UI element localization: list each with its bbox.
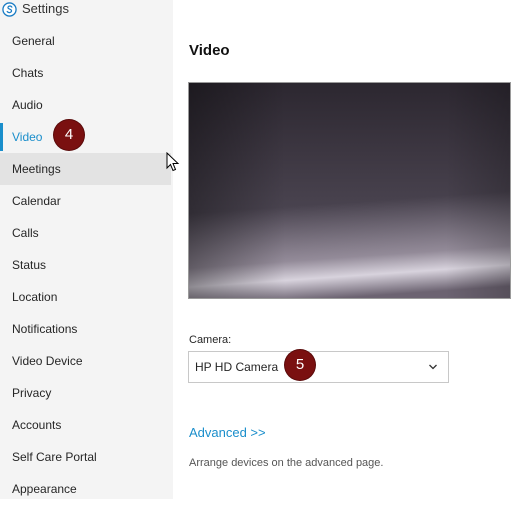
sidebar-item-location[interactable]: Location: [0, 281, 173, 313]
app-header: Settings: [2, 0, 69, 18]
sidebar-item-audio[interactable]: Audio: [0, 89, 173, 121]
camera-selected-value: HP HD Camera: [195, 360, 279, 374]
sidebar-item-meetings[interactable]: Meetings: [0, 153, 171, 185]
camera-label: Camera:: [189, 334, 232, 346]
sidebar-item-video-device[interactable]: Video Device: [0, 345, 173, 377]
sidebar-item-calls[interactable]: Calls: [0, 217, 173, 249]
sidebar-item-video[interactable]: Video: [0, 121, 173, 153]
sidebar-item-chats[interactable]: Chats: [0, 57, 173, 89]
settings-sidebar: Settings General Chats Audio Video Meeti…: [0, 0, 173, 499]
sidebar-item-accounts[interactable]: Accounts: [0, 409, 173, 441]
step-4-badge: 4: [54, 120, 84, 150]
video-settings-panel: Video Camera: HP HD Camera Advanced >> A…: [173, 0, 511, 499]
settings-nav: General Chats Audio Video Meetings Calen…: [0, 25, 173, 505]
app-title: Settings: [22, 1, 69, 16]
sidebar-item-appearance[interactable]: Appearance: [0, 473, 173, 505]
sidebar-item-self-care-portal[interactable]: Self Care Portal: [0, 441, 173, 473]
sidebar-item-calendar[interactable]: Calendar: [0, 185, 173, 217]
skype-logo-icon: [2, 1, 17, 17]
advanced-link[interactable]: Advanced >>: [189, 425, 266, 440]
sidebar-item-status[interactable]: Status: [0, 249, 173, 281]
camera-preview: [188, 82, 511, 299]
sidebar-item-general[interactable]: General: [0, 25, 173, 57]
advanced-description: Arrange devices on the advanced page.: [189, 457, 384, 469]
sidebar-item-notifications[interactable]: Notifications: [0, 313, 173, 345]
step-5-badge: 5: [285, 350, 315, 380]
camera-dropdown[interactable]: HP HD Camera: [188, 351, 449, 383]
sidebar-item-privacy[interactable]: Privacy: [0, 377, 173, 409]
page-title: Video: [189, 42, 230, 59]
chevron-down-icon: [429, 364, 437, 370]
